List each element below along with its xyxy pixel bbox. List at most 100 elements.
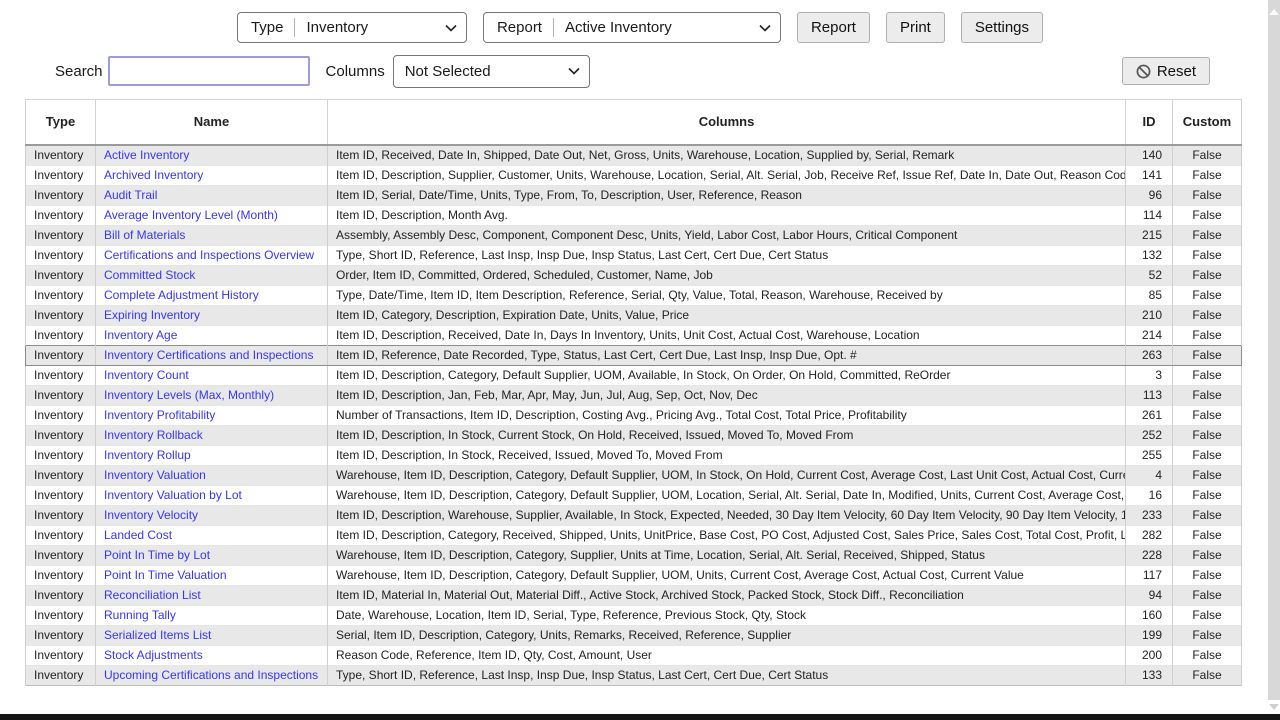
- report-link[interactable]: Archived Inventory: [104, 168, 203, 182]
- table-row[interactable]: InventoryReconciliation ListItem ID, Mat…: [26, 585, 1242, 605]
- cell-type: Inventory: [26, 145, 96, 166]
- table-row[interactable]: InventoryInventory CountItem ID, Descrip…: [26, 365, 1242, 385]
- report-link[interactable]: Inventory Velocity: [104, 508, 198, 522]
- cell-name: Point In Time Valuation: [96, 565, 328, 585]
- table-row[interactable]: InventoryLanded CostItem ID, Description…: [26, 525, 1242, 545]
- vertical-scrollbar[interactable]: [1268, 0, 1280, 714]
- columns-select[interactable]: Not Selected: [393, 55, 590, 88]
- table-row[interactable]: InventoryComplete Adjustment HistoryType…: [26, 285, 1242, 305]
- header-name[interactable]: Name: [96, 100, 328, 145]
- cell-custom: False: [1173, 665, 1242, 685]
- table-row[interactable]: InventoryRunning TallyDate, Warehouse, L…: [26, 605, 1242, 625]
- cell-columns: Assembly, Assembly Desc, Component, Comp…: [328, 225, 1126, 245]
- cell-type: Inventory: [26, 245, 96, 265]
- table-row[interactable]: InventoryPoint In Time ValuationWarehous…: [26, 565, 1242, 585]
- cell-custom: False: [1173, 425, 1242, 445]
- header-type[interactable]: Type: [26, 100, 96, 145]
- report-link[interactable]: Expiring Inventory: [104, 308, 200, 322]
- table-row[interactable]: InventoryActive InventoryItem ID, Receiv…: [26, 145, 1242, 166]
- cell-type: Inventory: [26, 285, 96, 305]
- report-link[interactable]: Inventory Levels (Max, Monthly): [104, 388, 274, 402]
- report-link[interactable]: Inventory Profitability: [104, 408, 215, 422]
- report-link[interactable]: Inventory Valuation by Lot: [104, 488, 242, 502]
- report-link[interactable]: Inventory Rollback: [104, 428, 203, 442]
- cell-columns: Item ID, Description, Month Avg.: [328, 205, 1126, 225]
- table-row[interactable]: InventoryExpiring InventoryItem ID, Cate…: [26, 305, 1242, 325]
- table-row[interactable]: InventorySerialized Items ListSerial, It…: [26, 625, 1242, 645]
- report-link[interactable]: Audit Trail: [104, 188, 157, 202]
- table-row[interactable]: Inventory Certifications and Inspections …: [26, 245, 1242, 265]
- report-link[interactable]: Committed Stock: [104, 268, 195, 282]
- report-button[interactable]: Report: [797, 12, 870, 43]
- table-row[interactable]: InventoryInventory VelocityItem ID, Desc…: [26, 505, 1242, 525]
- cell-columns: Item ID, Serial, Date/Time, Units, Type,…: [328, 185, 1126, 205]
- reset-button[interactable]: Reset: [1122, 57, 1210, 85]
- scroll-down-button[interactable]: [1268, 700, 1280, 714]
- report-link[interactable]: Running Tally: [104, 608, 176, 622]
- cell-name: Upcoming Certifications and Inspections: [96, 665, 328, 685]
- cell-type: Inventory: [26, 345, 96, 365]
- report-link[interactable]: Serialized Items List: [104, 628, 211, 642]
- settings-button[interactable]: Settings: [961, 12, 1043, 43]
- report-link[interactable]: Certifications and Inspections Overview: [104, 248, 314, 262]
- header-columns[interactable]: Columns: [328, 100, 1126, 145]
- report-link[interactable]: Complete Adjustment History: [104, 288, 259, 302]
- table-row[interactable]: InventoryStock AdjustmentsReason Code, R…: [26, 645, 1242, 665]
- report-link[interactable]: Active Inventory: [104, 148, 189, 162]
- report-link[interactable]: Average Inventory Level (Month): [104, 208, 278, 222]
- report-link[interactable]: Bill of Materials: [104, 228, 185, 242]
- cell-columns: Warehouse, Item ID, Description, Categor…: [328, 465, 1126, 485]
- cell-columns: Serial, Item ID, Description, Category, …: [328, 625, 1126, 645]
- chevron-down-icon: [759, 24, 771, 32]
- report-link[interactable]: Inventory Age: [104, 328, 177, 342]
- report-link[interactable]: Inventory Certifications and Inspections: [104, 348, 313, 362]
- cell-id: 117: [1126, 565, 1173, 585]
- cell-id: 160: [1126, 605, 1173, 625]
- search-input[interactable]: [108, 56, 310, 86]
- cell-custom: False: [1173, 285, 1242, 305]
- table-row[interactable]: InventoryInventory ValuationWarehouse, I…: [26, 465, 1242, 485]
- cell-columns: Item ID, Reference, Date Recorded, Type,…: [328, 345, 1126, 365]
- table-row[interactable]: InventoryBill of MaterialsAssembly, Asse…: [26, 225, 1242, 245]
- table-row[interactable]: InventoryInventory RollupItem ID, Descri…: [26, 445, 1242, 465]
- cell-id: 282: [1126, 525, 1173, 545]
- cell-id: 4: [1126, 465, 1173, 485]
- report-link[interactable]: Upcoming Certifications and Inspections: [104, 668, 318, 682]
- cell-type: Inventory: [26, 665, 96, 685]
- table-row[interactable]: InventoryAverage Inventory Level (Month)…: [26, 205, 1242, 225]
- table-row[interactable]: Inventory Upcoming Certifications and Ins…: [26, 665, 1242, 685]
- table-row[interactable]: InventoryInventory AgeItem ID, Descripti…: [26, 325, 1242, 345]
- table-row[interactable]: InventoryInventory ProfitabilityNumber o…: [26, 405, 1242, 425]
- table-row[interactable]: InventoryCommitted StockOrder, Item ID, …: [26, 265, 1242, 285]
- scroll-up-button[interactable]: [1268, 5, 1280, 19]
- table-row[interactable]: InventoryInventory RollbackItem ID, Desc…: [26, 425, 1242, 445]
- cell-name: Landed Cost: [96, 525, 328, 545]
- type-select[interactable]: Type Inventory: [237, 12, 467, 43]
- cell-custom: False: [1173, 525, 1242, 545]
- report-link[interactable]: Inventory Rollup: [104, 448, 191, 462]
- report-link[interactable]: Stock Adjustments: [104, 648, 203, 662]
- table-row[interactable]: InventoryAudit TrailItem ID, Serial, Dat…: [26, 185, 1242, 205]
- report-link[interactable]: Point In Time Valuation: [104, 568, 227, 582]
- cell-id: 215: [1126, 225, 1173, 245]
- print-button[interactable]: Print: [886, 12, 945, 43]
- table-row[interactable]: InventoryPoint In Time by LotWarehouse, …: [26, 545, 1242, 565]
- header-custom[interactable]: Custom: [1173, 100, 1242, 145]
- table-row[interactable]: Inventory Inventory Certifications and In…: [26, 345, 1242, 365]
- table-row[interactable]: InventoryInventory Levels (Max, Monthly)…: [26, 385, 1242, 405]
- cell-id: 114: [1126, 205, 1173, 225]
- report-table: Type Name Columns ID Custom Inventory Act…: [25, 99, 1242, 686]
- report-select[interactable]: Report Active Inventory: [483, 12, 781, 43]
- chevron-down-icon: [568, 67, 580, 75]
- report-link[interactable]: Reconciliation List: [104, 588, 201, 602]
- reset-button-label: Reset: [1157, 63, 1196, 80]
- report-link[interactable]: Point In Time by Lot: [104, 548, 210, 562]
- report-link[interactable]: Inventory Valuation: [104, 468, 206, 482]
- window-bottom-edge: [0, 714, 1280, 720]
- header-id[interactable]: ID: [1126, 100, 1173, 145]
- report-link[interactable]: Inventory Count: [104, 368, 189, 382]
- report-link[interactable]: Landed Cost: [104, 528, 172, 542]
- table-row[interactable]: InventoryInventory Valuation by LotWareh…: [26, 485, 1242, 505]
- table-row[interactable]: InventoryArchived InventoryItem ID, Desc…: [26, 165, 1242, 185]
- cell-type: Inventory: [26, 605, 96, 625]
